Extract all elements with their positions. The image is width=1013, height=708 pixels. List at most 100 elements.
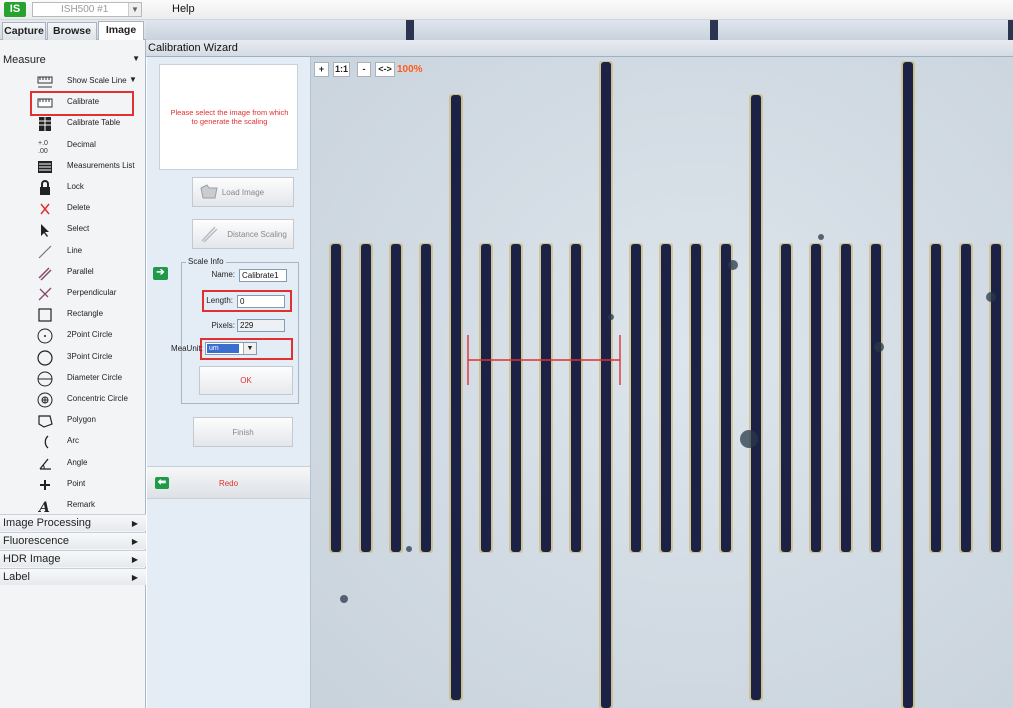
- scale-tick: [359, 243, 373, 553]
- calibrate-highlight: [30, 91, 134, 117]
- scale-tick-long: [449, 94, 463, 701]
- tab-browse[interactable]: Browse: [47, 22, 97, 40]
- chevron-right-icon: ▶: [131, 573, 138, 582]
- perpendicular-icon: [38, 287, 52, 301]
- scale-tick: [959, 243, 973, 553]
- zoom-in-button[interactable]: +: [314, 62, 329, 77]
- fit-width-button[interactable]: <->: [375, 62, 395, 77]
- menu-help[interactable]: Help: [172, 3, 195, 15]
- tool-label: Arc: [67, 436, 79, 446]
- tool-label: Decimal: [67, 139, 96, 149]
- concentric-circle-icon: [37, 392, 53, 408]
- tool-label: Diameter Circle: [67, 372, 123, 382]
- svg-text:.00: .00: [38, 148, 48, 155]
- tool-perpendicular[interactable]: Perpendicular: [30, 284, 142, 304]
- tool-3point-circle[interactable]: 3Point Circle: [30, 348, 142, 368]
- length-field[interactable]: 0: [237, 295, 285, 308]
- decimal-icon: +.0.00: [38, 140, 48, 155]
- load-image-button[interactable]: Load Image: [192, 177, 294, 207]
- image-canvas[interactable]: [311, 57, 1013, 708]
- section-fluorescence[interactable]: Fluorescence ▶: [0, 532, 146, 549]
- tool-label: 3Point Circle: [67, 351, 113, 361]
- redo-label: Redo: [218, 479, 239, 488]
- length-label: Length:: [206, 296, 233, 305]
- tool-measurements-list[interactable]: Measurements List: [30, 157, 142, 177]
- tab-image[interactable]: Image: [98, 21, 144, 40]
- remark-icon: A: [37, 500, 50, 515]
- tool-select[interactable]: Select: [30, 220, 142, 240]
- diameter-circle-icon: [37, 371, 53, 387]
- section-hdr-image[interactable]: HDR Image ▶: [0, 550, 146, 567]
- select-arrow-icon: [41, 224, 49, 238]
- section-label[interactable]: Label ▶: [0, 568, 146, 585]
- scale-tick: [479, 243, 493, 553]
- svg-text:+.0: +.0: [38, 140, 48, 147]
- chevron-down-icon: ▼: [132, 54, 140, 63]
- scale-tick: [869, 243, 883, 553]
- parallel-icon: [38, 267, 52, 281]
- next-arrow-icon[interactable]: ➔: [153, 267, 168, 280]
- section-measure-label: Measure: [3, 54, 46, 66]
- tool-label: Select: [67, 224, 90, 234]
- chevron-down-icon[interactable]: ▼: [128, 3, 141, 16]
- chevron-down-icon[interactable]: ▼: [243, 343, 256, 354]
- tool-calibrate-table[interactable]: Calibrate Table: [30, 114, 142, 134]
- tool-arc[interactable]: Arc: [30, 432, 142, 452]
- tool-calibrate[interactable]: Calibrate: [30, 91, 142, 117]
- tool-parallel[interactable]: Parallel: [30, 263, 142, 283]
- app-logo: IS: [4, 2, 26, 17]
- name-field[interactable]: Calibrate1: [239, 269, 287, 282]
- debris-speck: [406, 546, 412, 552]
- micrometer-image[interactable]: [311, 57, 1013, 708]
- tool-concentric-circle[interactable]: Concentric Circle: [30, 390, 142, 410]
- finish-button[interactable]: Finish: [193, 417, 293, 447]
- tool-show-scale-line[interactable]: Show Scale Line ▼: [30, 72, 142, 92]
- debris-speck: [608, 314, 614, 320]
- unit-select-value: um: [207, 344, 239, 353]
- tool-decimal[interactable]: +.0.00 Decimal: [30, 136, 142, 156]
- tool-line[interactable]: Line: [30, 242, 142, 262]
- chevron-right-icon: ▶: [131, 519, 138, 528]
- tool-delete[interactable]: Delete: [30, 199, 142, 219]
- tool-2point-circle[interactable]: 2Point Circle: [30, 326, 142, 346]
- scale-tick: [509, 243, 523, 553]
- tool-point[interactable]: Point: [30, 475, 142, 495]
- scale-tick: [539, 243, 553, 553]
- tool-angle[interactable]: Angle: [30, 454, 142, 474]
- scale-tick: [419, 243, 433, 553]
- distance-scaling-button[interactable]: Distance Scaling: [192, 219, 294, 249]
- ok-button[interactable]: OK: [199, 366, 293, 395]
- section-measure[interactable]: Measure ▼: [0, 54, 146, 69]
- tool-label: Point: [67, 478, 86, 488]
- tool-label: Calibrate Table: [67, 118, 121, 128]
- tool-label: Concentric Circle: [67, 394, 128, 403]
- left-panel: Capture Browse Image Measure ▼ Show Scal…: [0, 20, 146, 708]
- zoom-out-button[interactable]: -: [357, 62, 371, 77]
- pixels-label: Pixels:: [211, 321, 235, 330]
- section-image-processing[interactable]: Image Processing ▶: [0, 514, 146, 531]
- angle-icon: [39, 458, 51, 470]
- zoom-1to1-button[interactable]: 1:1: [333, 62, 350, 77]
- tool-polygon[interactable]: Polygon: [30, 411, 142, 431]
- redo-row[interactable]: ⬅ Redo: [147, 466, 310, 499]
- scale-tick: [689, 243, 703, 553]
- debris-speck: [874, 342, 884, 352]
- unit-select[interactable]: um ▼: [205, 342, 257, 355]
- arc-icon: [44, 435, 49, 449]
- tab-capture[interactable]: Capture: [2, 22, 46, 40]
- delete-icon: [40, 203, 50, 215]
- calibration-wizard-panel: Please select the image from which to ge…: [147, 57, 311, 708]
- scale-tick: [659, 243, 673, 553]
- chevron-down-icon[interactable]: ▼: [129, 75, 137, 84]
- scale-info-legend: Scale Info: [186, 257, 226, 266]
- chevron-right-icon: ▶: [131, 555, 138, 564]
- tool-lock[interactable]: Lock: [30, 178, 142, 198]
- debris-speck: [740, 430, 758, 448]
- image-strip-header: [146, 20, 1013, 40]
- tool-remark[interactable]: A Remark: [30, 496, 142, 516]
- tool-diameter-circle[interactable]: Diameter Circle: [30, 369, 142, 389]
- unit-label: MeaUnit:: [170, 344, 203, 353]
- tool-rectangle[interactable]: Rectangle: [30, 305, 142, 325]
- tool-label: Show Scale Line: [67, 76, 127, 85]
- camera-select[interactable]: ISH500 #1 ▼: [32, 2, 142, 17]
